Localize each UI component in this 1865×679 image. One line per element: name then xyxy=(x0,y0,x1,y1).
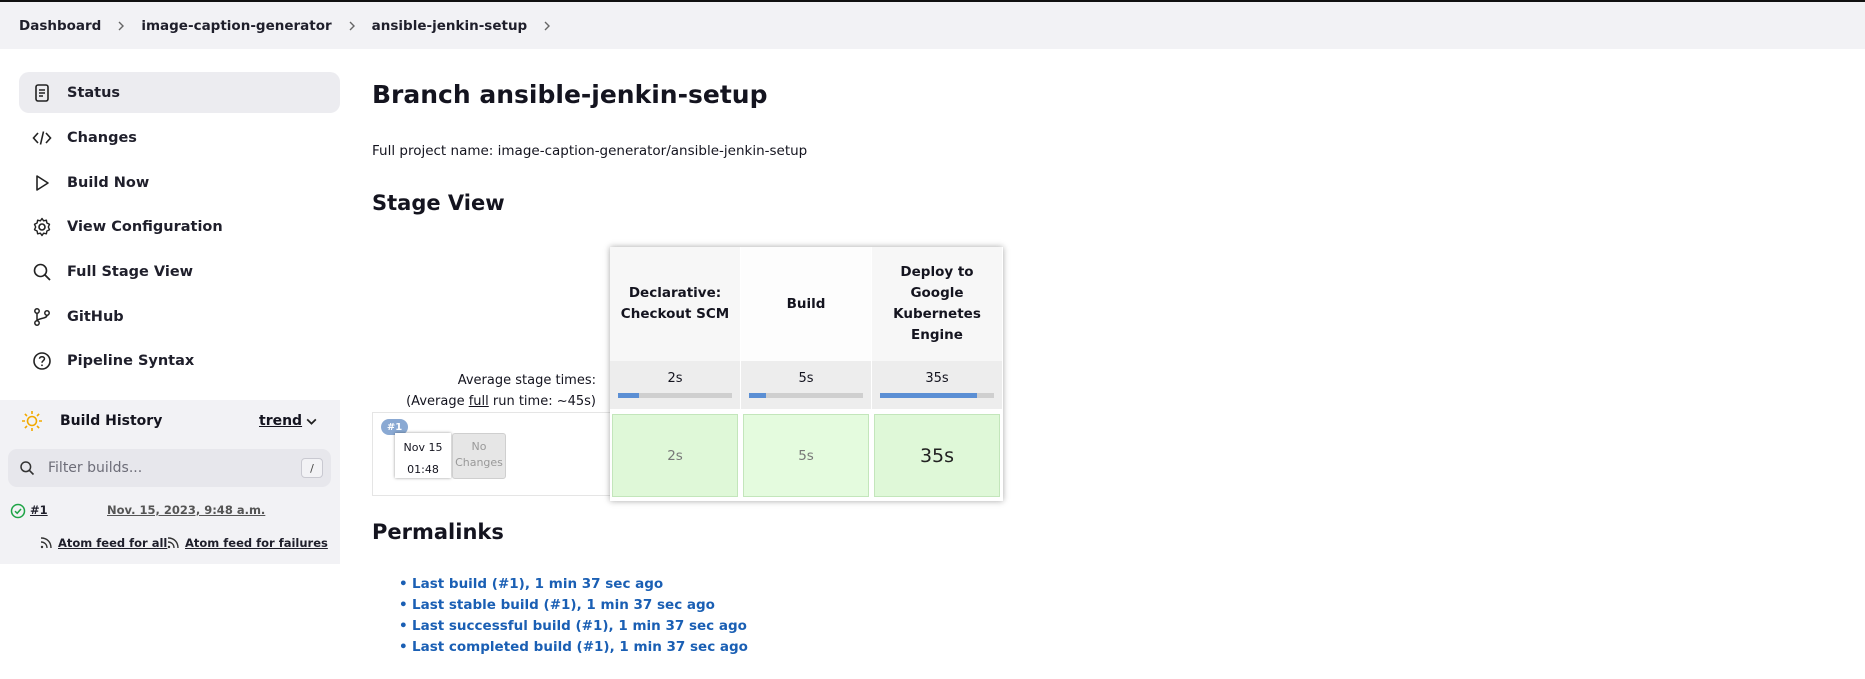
stage-view-table: Declarative: Checkout SCM 2s 2s Build 5s… xyxy=(610,247,1003,501)
chevron-right-icon xyxy=(346,20,358,32)
stage-view-title: Stage View xyxy=(372,191,505,215)
atom-feed-failures-link[interactable]: Atom feed for failures xyxy=(166,536,328,550)
sidebar-item-pipeline-syntax[interactable]: Pipeline Syntax xyxy=(19,340,340,381)
list-item: Last stable build (#1), 1 min 37 sec ago xyxy=(393,597,748,618)
sidebar-item-label: Status xyxy=(67,84,121,101)
stage-progress-bar xyxy=(880,393,994,398)
stage-result-cell[interactable]: 35s xyxy=(874,414,1000,497)
sidebar-item-full-stage-view[interactable]: Full Stage View xyxy=(19,251,340,292)
breadcrumb-dashboard[interactable]: Dashboard xyxy=(19,18,101,34)
sidebar-item-changes[interactable]: Changes xyxy=(19,117,340,158)
chevron-right-icon[interactable] xyxy=(541,20,553,32)
sidebar-item-label: Build Now xyxy=(67,174,150,191)
permalink-last-successful-build[interactable]: Last successful build (#1), 1 min 37 sec… xyxy=(412,618,747,634)
stage-progress-bar xyxy=(618,393,732,398)
keyboard-shortcut-hint: / xyxy=(301,458,323,478)
stage-header: Deploy to Google Kubernetes Engine xyxy=(872,247,1002,361)
success-icon xyxy=(10,503,26,519)
rss-icon xyxy=(167,537,179,549)
average-stage-times-label: Average stage times: (Average full run t… xyxy=(406,373,596,409)
sun-icon xyxy=(20,409,44,433)
help-icon xyxy=(32,351,52,371)
stage-average: 35s xyxy=(872,361,1002,409)
build-number-link[interactable]: #1 xyxy=(30,503,48,517)
search-icon xyxy=(19,460,35,476)
feeds-bar: Atom feed for all Atom feed for failures xyxy=(0,520,340,564)
stage-progress-bar xyxy=(749,393,863,398)
list-item: Last build (#1), 1 min 37 sec ago xyxy=(393,576,748,597)
permalink-last-completed-build[interactable]: Last completed build (#1), 1 min 37 sec … xyxy=(412,639,748,655)
gear-icon xyxy=(32,217,52,237)
sidebar-item-status[interactable]: Status xyxy=(19,72,340,113)
breadcrumb-branch[interactable]: ansible-jenkin-setup xyxy=(372,18,528,34)
filter-builds-wrapper: / xyxy=(0,442,340,494)
breadcrumb-project[interactable]: image-caption-generator xyxy=(141,18,331,34)
stage-result-cell[interactable]: 5s xyxy=(743,414,869,497)
build-history-row: #1 Nov. 15, 2023, 9:48 a.m. xyxy=(0,494,340,520)
filter-builds-input[interactable] xyxy=(46,459,286,477)
trend-link[interactable]: trend xyxy=(259,413,302,429)
build-history-header: Build History trend xyxy=(0,400,340,442)
build-date-link[interactable]: Nov. 15, 2023, 9:48 a.m. xyxy=(107,503,265,517)
breadcrumb: Dashboard image-caption-generator ansibl… xyxy=(0,2,1865,49)
stage-header: Build xyxy=(741,247,871,361)
rss-icon xyxy=(40,537,52,549)
git-branch-icon xyxy=(32,307,52,327)
sidebar-item-label: GitHub xyxy=(67,308,124,325)
list-item: Last completed build (#1), 1 min 37 sec … xyxy=(393,639,748,660)
sidebar-item-github[interactable]: GitHub xyxy=(19,296,340,337)
code-icon xyxy=(32,128,52,148)
full-project-name: Full project name: image-caption-generat… xyxy=(372,143,808,159)
stage-header: Declarative: Checkout SCM xyxy=(610,247,740,361)
document-icon xyxy=(32,83,52,103)
list-item: Last successful build (#1), 1 min 37 sec… xyxy=(393,618,748,639)
play-icon xyxy=(32,173,52,193)
search-icon xyxy=(32,262,52,282)
filter-builds-box: / xyxy=(8,449,331,487)
stage-result-cell[interactable]: 2s xyxy=(612,414,738,497)
run-date: Nov 15 01:48 xyxy=(395,433,451,478)
permalinks-title: Permalinks xyxy=(372,520,504,544)
run-changes[interactable]: No Changes xyxy=(452,433,506,479)
sidebar-item-label: Changes xyxy=(67,129,137,146)
sidebar-item-label: Pipeline Syntax xyxy=(67,352,195,369)
atom-feed-all-link[interactable]: Atom feed for all xyxy=(39,536,167,550)
build-history-title: Build History xyxy=(60,413,163,429)
permalink-last-stable-build[interactable]: Last stable build (#1), 1 min 37 sec ago xyxy=(412,597,715,613)
permalinks-list: Last build (#1), 1 min 37 sec ago Last s… xyxy=(393,576,748,660)
page-title: Branch ansible-jenkin-setup xyxy=(372,80,768,109)
chevron-right-icon xyxy=(115,20,127,32)
permalink-last-build[interactable]: Last build (#1), 1 min 37 sec ago xyxy=(412,576,663,592)
chevron-down-icon[interactable] xyxy=(305,415,318,428)
stage-average: 5s xyxy=(741,361,871,409)
stage-average: 2s xyxy=(610,361,740,409)
run-row[interactable]: #1 Nov 15 01:48 No Changes xyxy=(372,412,610,496)
sidebar-item-label: Full Stage View xyxy=(67,263,194,280)
sidebar-item-label: View Configuration xyxy=(67,218,223,235)
sidebar-item-view-configuration[interactable]: View Configuration xyxy=(19,206,340,247)
sidebar-item-build-now[interactable]: Build Now xyxy=(19,162,340,203)
